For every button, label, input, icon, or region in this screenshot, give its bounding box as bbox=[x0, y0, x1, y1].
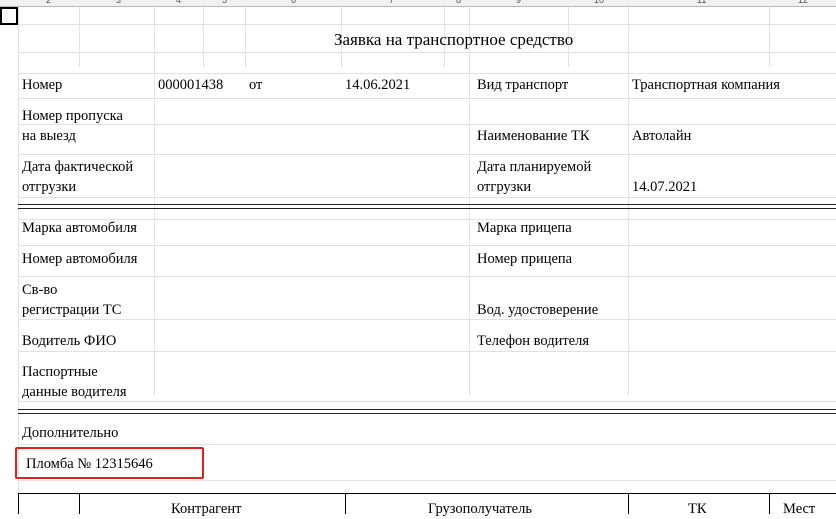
table-header-tk: ТК bbox=[688, 501, 707, 517]
column-header[interactable]: 9 bbox=[516, 0, 521, 5]
additional-label: Дополнительно bbox=[22, 425, 119, 441]
column-header-row: 2 3 4 5 6 7 8 9 10 11 12 bbox=[0, 0, 836, 7]
trailer-brand-label: Марка прицепа bbox=[477, 220, 572, 236]
pass-number-label-2: на выезд bbox=[22, 128, 76, 144]
car-number-label: Номер автомобиля bbox=[22, 251, 138, 267]
page-title: Заявка на транспортное средство bbox=[334, 30, 574, 49]
planned-shipment-value[interactable]: 14.07.2021 bbox=[632, 177, 697, 197]
registration-label: Св-во bbox=[22, 282, 58, 298]
passport-label: Паспортные bbox=[22, 364, 98, 380]
passport-label-2: данные водителя bbox=[22, 384, 127, 400]
actual-shipment-label-2: отгрузки bbox=[22, 179, 77, 195]
column-header[interactable]: 4 bbox=[176, 0, 181, 5]
column-header[interactable]: 10 bbox=[594, 0, 604, 5]
driver-phone-label: Телефон водителя bbox=[477, 333, 590, 349]
pass-number-label: Номер пропуска bbox=[22, 108, 123, 124]
seal-number[interactable]: Пломба № 12315646 bbox=[26, 454, 153, 474]
registration-label-2: регистрации ТС bbox=[22, 302, 122, 318]
column-header[interactable]: 5 bbox=[222, 0, 227, 5]
trailer-number-label: Номер прицепа bbox=[477, 251, 573, 267]
transport-type-value[interactable]: Транспортная компания bbox=[632, 75, 780, 95]
column-header[interactable]: 2 bbox=[46, 0, 51, 5]
from-label: от bbox=[249, 77, 263, 93]
column-header[interactable]: 3 bbox=[116, 0, 121, 5]
column-header[interactable]: 12 bbox=[798, 0, 808, 5]
column-header[interactable]: 11 bbox=[697, 0, 706, 5]
column-header[interactable]: 7 bbox=[389, 0, 394, 5]
table-header-places: Мест bbox=[783, 501, 816, 517]
driver-name-label: Водитель ФИО bbox=[22, 333, 117, 349]
planned-shipment-label-2: отгрузки bbox=[477, 179, 532, 195]
number-label: Номер bbox=[22, 77, 63, 93]
driver-license-label: Вод. удостоверение bbox=[477, 302, 599, 318]
section-divider bbox=[18, 204, 836, 209]
column-header[interactable]: 8 bbox=[456, 0, 461, 5]
actual-shipment-label: Дата фактической bbox=[22, 159, 134, 175]
goods-table-header: Контрагент Грузополучатель ТК Мест bbox=[18, 493, 836, 517]
tk-name-value[interactable]: Автолайн bbox=[632, 126, 691, 146]
date-value[interactable]: 14.06.2021 bbox=[345, 75, 410, 95]
table-header-consignee: Грузополучатель bbox=[428, 501, 532, 517]
section-divider bbox=[18, 409, 836, 414]
number-value[interactable]: 000001438 bbox=[158, 75, 223, 95]
tk-name-label: Наименование ТК bbox=[477, 128, 590, 144]
table-header-counterparty: Контрагент bbox=[171, 501, 242, 517]
planned-shipment-label: Дата планируемой bbox=[477, 159, 592, 175]
car-brand-label: Марка автомобиля bbox=[22, 220, 137, 236]
transport-type-label: Вид транспорт bbox=[477, 77, 569, 93]
column-header[interactable]: 6 bbox=[291, 0, 296, 5]
